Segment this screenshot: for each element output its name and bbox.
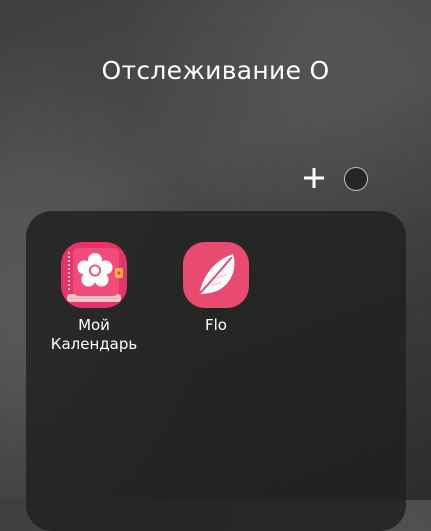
plus-icon <box>304 168 324 188</box>
add-apps-button[interactable] <box>300 164 328 192</box>
app-label: Мой Календарь <box>50 316 138 353</box>
flower-calendar-icon <box>61 242 127 308</box>
folder-color-button[interactable] <box>344 167 368 191</box>
folder-title[interactable]: Отслеживание О <box>0 56 431 85</box>
feather-icon <box>183 242 249 308</box>
app-my-calendar[interactable]: Мой Календарь <box>39 240 149 354</box>
app-flo[interactable]: Flo <box>161 240 271 335</box>
app-label: Flo <box>205 316 227 334</box>
